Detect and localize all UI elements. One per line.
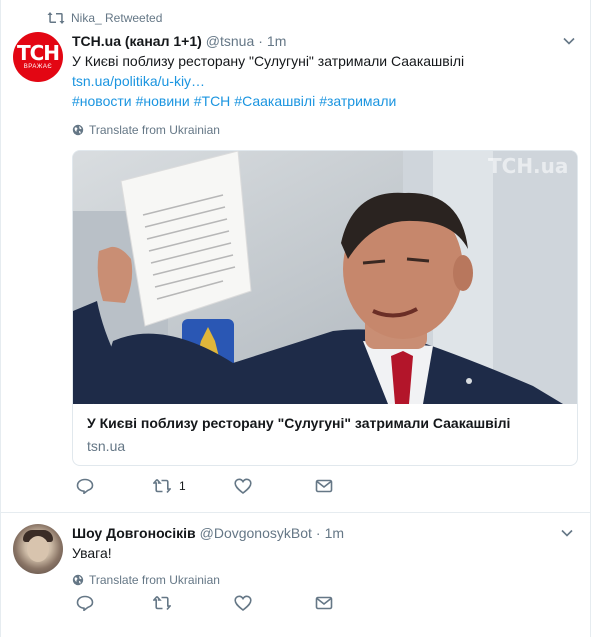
avatar-logo-text: ТСН [16, 40, 60, 65]
card-title[interactable]: У Києві поблизу ресторану "Сулугуні" зат… [87, 415, 510, 431]
timestamp[interactable]: 1m [267, 33, 286, 49]
separator-dot: · [258, 33, 263, 49]
chevron-down-icon[interactable] [560, 526, 574, 540]
like-button[interactable] [234, 478, 252, 494]
translate-label: Translate from Ukrainian [89, 123, 220, 137]
author-name[interactable]: Шоу Довгоносіків [72, 525, 196, 541]
translate-link[interactable]: Translate from Ukrainian [72, 123, 220, 137]
heart-icon [234, 595, 252, 611]
hashtag-link[interactable]: #новости [72, 93, 132, 109]
avatar-logo-subtext: ВРАЖАЄ [23, 63, 53, 70]
avatar-face [27, 536, 49, 562]
author-handle[interactable]: @DovgonosykBot [200, 525, 312, 541]
link-card[interactable]: ТСН.ua У Києві поблизу ресторану "Сулугу… [72, 150, 578, 466]
tweet-header: Шоу Довгоносіків @DovgonosykBot · 1m [72, 525, 344, 541]
translate-label: Translate from Ukrainian [89, 573, 220, 587]
globe-icon [72, 574, 84, 586]
reply-icon [76, 595, 94, 611]
retweet-icon [47, 11, 65, 25]
retweet-label: Nika_ Retweeted [71, 11, 163, 25]
like-button[interactable] [234, 595, 252, 611]
hashtags: #новости #новини #ТСН #Саакашвілі #затримали [72, 91, 400, 111]
tweet-text: У Києві поблизу ресторану "Сулугуні" зат… [72, 53, 465, 69]
reply-button[interactable] [76, 478, 94, 494]
card-image[interactable]: ТСН.ua [73, 151, 577, 404]
timeline: Nika_ Retweeted ТСН ВРАЖАЄ ТСН.ua (канал… [0, 0, 591, 637]
retweet-icon [153, 478, 171, 494]
hashtag-link[interactable]: #новини [136, 93, 190, 109]
tweet-text: Увага! [72, 545, 112, 561]
retweet-button[interactable]: 1 [153, 478, 186, 494]
hashtag-link[interactable]: #ТСН [194, 93, 231, 109]
avatar[interactable]: ТСН ВРАЖАЄ [13, 32, 63, 82]
separator-dot: · [315, 525, 321, 541]
direct-message-button[interactable] [315, 595, 333, 611]
envelope-icon [315, 596, 333, 610]
retweet-icon [153, 595, 171, 611]
tweet-header: ТСН.ua (канал 1+1) @tsnua · 1m [72, 33, 286, 49]
envelope-icon [315, 479, 333, 493]
chevron-down-icon[interactable] [562, 34, 576, 48]
author-handle[interactable]: @tsnua [206, 33, 254, 49]
card-domain: tsn.ua [87, 438, 126, 454]
card-watermark: ТСН.ua [488, 154, 568, 178]
reply-button[interactable] [76, 595, 94, 611]
retweet-context[interactable]: Nika_ Retweeted [47, 10, 162, 26]
globe-icon [72, 124, 84, 136]
reply-icon [76, 478, 94, 494]
tweet[interactable]: Nika_ Retweeted ТСН ВРАЖАЄ ТСН.ua (канал… [1, 0, 591, 513]
avatar[interactable] [13, 524, 63, 574]
heart-icon [234, 478, 252, 494]
timestamp[interactable]: 1m [325, 525, 344, 541]
direct-message-button[interactable] [315, 478, 333, 494]
author-name[interactable]: ТСН.ua (канал 1+1) [72, 33, 202, 49]
translate-link[interactable]: Translate from Ukrainian [72, 573, 220, 587]
hashtag-link[interactable]: #затримали [319, 93, 396, 109]
tweet-link[interactable]: tsn.ua/politika/u-kiy… [72, 71, 205, 91]
retweet-count: 1 [179, 479, 186, 493]
retweet-button[interactable] [153, 595, 171, 611]
hashtag-link[interactable]: #Саакашвілі [234, 93, 315, 109]
